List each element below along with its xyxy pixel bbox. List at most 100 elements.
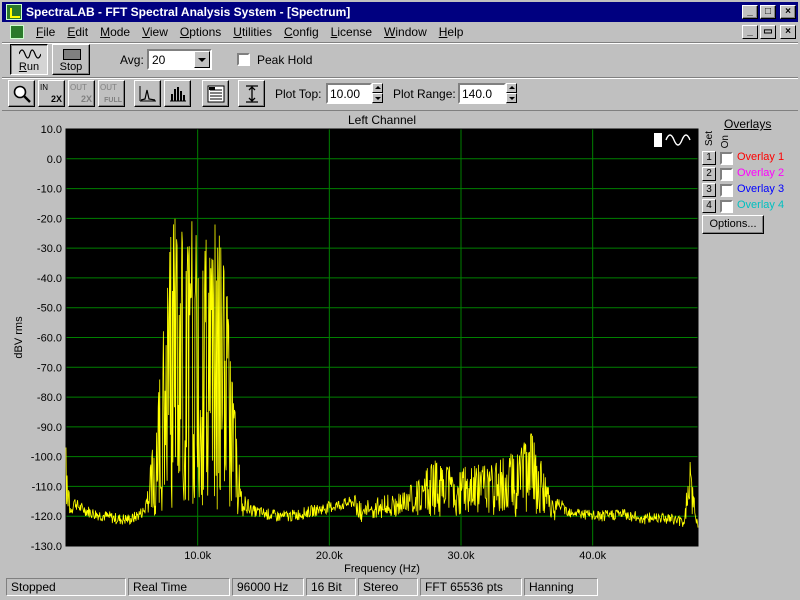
- line-plot-icon: [139, 86, 156, 102]
- menu-window[interactable]: Window: [378, 25, 433, 39]
- sine-wave-icon: [19, 49, 41, 59]
- menu-options[interactable]: Options: [174, 25, 227, 39]
- y-tick-label: 0.0: [47, 154, 62, 166]
- menu-accel: V: [142, 25, 150, 39]
- overlay-name: Overlay 3: [737, 183, 785, 195]
- line-plot-button[interactable]: [134, 80, 161, 107]
- plot-range-input[interactable]: 140.0: [458, 83, 506, 104]
- zoom-in-2x-button[interactable]: IN 2X: [38, 80, 65, 107]
- overlay-set-button[interactable]: 2: [702, 167, 716, 181]
- overlay-on-label: On: [720, 135, 731, 149]
- data-table-button[interactable]: [202, 80, 229, 107]
- spin-down-icon[interactable]: [506, 93, 517, 103]
- overlay-options-button[interactable]: Options...: [702, 215, 764, 234]
- menu-edit[interactable]: Edit: [61, 25, 94, 39]
- plot-top-value: 10.00: [330, 87, 361, 101]
- peak-hold-label: Peak Hold: [257, 53, 313, 67]
- menu-utilities[interactable]: Utilities: [227, 25, 278, 39]
- spectrum-chart[interactable]: 10.0 0.0 -10.0 -20.0 -30.0 -40.0 -50.0 -60.0 -70…: [2, 111, 702, 577]
- window-title: SpectraLAB - FFT Spectral Analysis Syste…: [26, 5, 351, 19]
- y-axis-label: dBV rms: [13, 316, 25, 359]
- menu-label: onfig: [292, 25, 319, 39]
- menu-label: ile: [43, 25, 56, 39]
- spin-up-icon[interactable]: [372, 83, 383, 93]
- plot-range-value: 140.0: [462, 87, 493, 101]
- menu-label: iew: [149, 25, 168, 39]
- menu-config[interactable]: Config: [278, 25, 325, 39]
- run-button[interactable]: Run: [10, 44, 48, 75]
- scale-button[interactable]: [238, 80, 265, 107]
- menu-view[interactable]: View: [136, 25, 174, 39]
- zoom-out-full-button[interactable]: OUT FULL: [98, 80, 125, 107]
- menu-label: tilities: [241, 25, 272, 39]
- run-label: un: [26, 61, 40, 73]
- menu-accel: W: [384, 25, 396, 39]
- plot-range-spinner[interactable]: [506, 83, 517, 104]
- status-bar: Stopped Real Time 96000 Hz 16 Bit Stereo…: [2, 577, 798, 598]
- mdi-minimize-button[interactable]: _: [742, 25, 758, 39]
- menu-accel: U: [233, 25, 242, 39]
- peak-hold-checkbox[interactable]: [237, 53, 250, 66]
- title-bar[interactable]: SpectraLAB - FFT Spectral Analysis Syste…: [2, 2, 798, 22]
- zoom-full-text: OUT: [100, 83, 117, 92]
- overlay-name: Overlay 4: [737, 199, 785, 211]
- y-tick-label: -100.0: [31, 452, 62, 464]
- overlay-on-checkbox[interactable]: [720, 168, 733, 181]
- chevron-down-icon[interactable]: [194, 51, 210, 68]
- zoom-out-factor: 2X: [80, 94, 92, 104]
- plot-top-label: Plot Top:: [275, 87, 322, 101]
- y-tick-label: -70.0: [37, 362, 62, 374]
- overlay-on-checkbox[interactable]: [720, 184, 733, 197]
- overlay-set-button[interactable]: 1: [702, 151, 716, 165]
- zoom-out-2x-button[interactable]: OUT 2X: [68, 80, 95, 107]
- y-tick-label: -50.0: [37, 303, 62, 315]
- y-tick-label: -120.0: [31, 511, 62, 523]
- bar-plot-button[interactable]: [164, 80, 191, 107]
- mdi-close-button[interactable]: ×: [780, 25, 796, 39]
- overlay-row: 3 Overlay 3: [702, 183, 798, 198]
- close-button[interactable]: ×: [780, 5, 796, 19]
- menu-file[interactable]: File: [30, 25, 61, 39]
- maximize-button[interactable]: □: [760, 5, 776, 19]
- zoom-tool-button[interactable]: [8, 80, 35, 107]
- menu-mode[interactable]: Mode: [94, 25, 136, 39]
- bar-plot-icon: [170, 87, 186, 102]
- minimize-button[interactable]: _: [742, 5, 758, 19]
- run-label-accel: R: [18, 61, 27, 73]
- overlay-set-button[interactable]: 3: [702, 183, 716, 197]
- x-tick-label: 20.0k: [316, 550, 343, 562]
- menu-license[interactable]: License: [325, 25, 378, 39]
- toolbar-acquisition: Run Stop Avg: 20 Peak Hold: [2, 44, 798, 78]
- menu-help[interactable]: Help: [433, 25, 470, 39]
- stop-icon: [63, 49, 81, 60]
- y-tick-label: -80.0: [37, 392, 62, 404]
- plot-area: 10.0 0.0 -10.0 -20.0 -30.0 -40.0 -50.0 -60.0 -70…: [2, 110, 798, 576]
- mdi-restore-button[interactable]: ▭: [760, 25, 776, 39]
- overlay-on-checkbox[interactable]: [720, 200, 733, 213]
- magnifier-icon: [13, 85, 31, 103]
- status-state: Stopped: [6, 578, 126, 596]
- stop-button[interactable]: Stop: [52, 44, 90, 75]
- x-axis-label: Frequency (Hz): [344, 563, 420, 575]
- y-tick-label: 10.0: [41, 124, 62, 136]
- menu-label: icense: [337, 25, 373, 39]
- y-tick-label: -30.0: [37, 243, 62, 255]
- plot-top-spinner[interactable]: [372, 83, 383, 104]
- overlay-row: 1 Overlay 1: [702, 151, 798, 166]
- plot-range-label: Plot Range:: [393, 87, 456, 101]
- document-icon[interactable]: [10, 25, 24, 39]
- overlay-set-label: Set: [704, 131, 715, 147]
- spin-down-icon[interactable]: [372, 93, 383, 103]
- menu-items: File Edit Mode View Options Utilities Config Li…: [30, 25, 469, 39]
- toolbar-display: IN 2X OUT 2X OUT FULL Plot Top: 10.00 Pl…: [2, 80, 798, 108]
- overlay-set-button[interactable]: 4: [702, 199, 716, 213]
- app-logo-icon: [6, 4, 22, 20]
- menu-accel: O: [179, 25, 190, 39]
- menu-accel: C: [283, 25, 293, 39]
- status-sample-rate: 96000 Hz: [232, 578, 304, 596]
- divider: [2, 77, 798, 79]
- plot-top-input[interactable]: 10.00: [326, 83, 372, 104]
- overlay-on-checkbox[interactable]: [720, 152, 733, 165]
- spin-up-icon[interactable]: [506, 83, 517, 93]
- avg-select[interactable]: 20: [147, 49, 212, 70]
